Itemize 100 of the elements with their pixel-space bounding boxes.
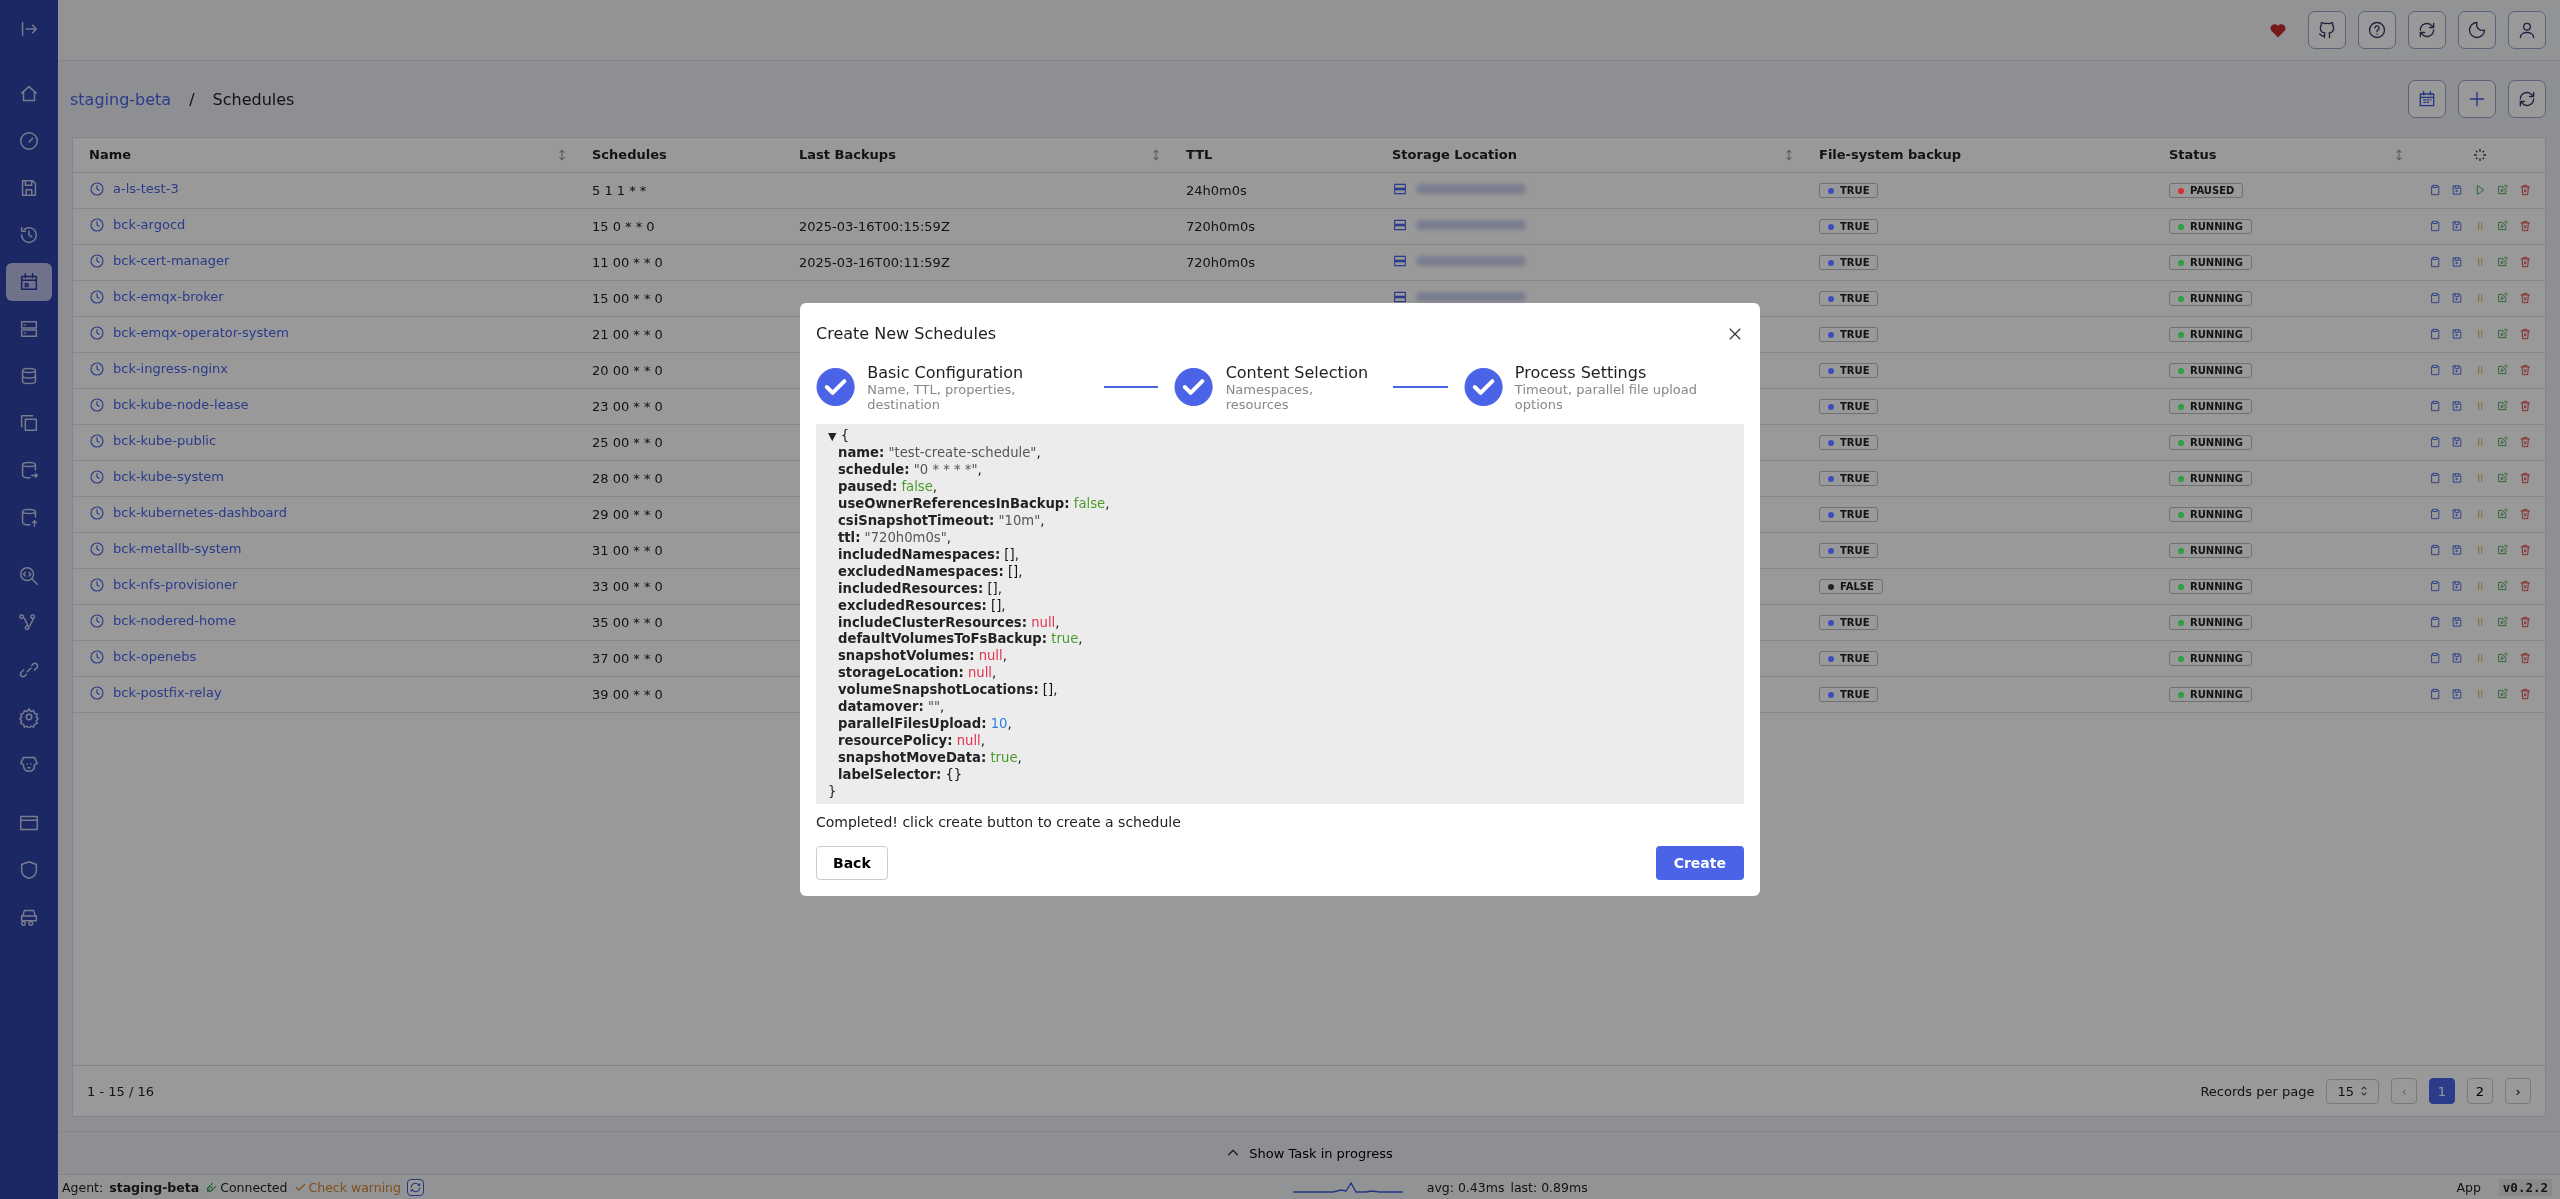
clock-icon bbox=[89, 216, 105, 233]
table-cell: 11 00 * * 0 bbox=[592, 254, 663, 270]
sync-button[interactable] bbox=[407, 1178, 424, 1196]
user-icon bbox=[2517, 20, 2537, 40]
column-header[interactable]: Status bbox=[2169, 147, 2217, 163]
sparkle-icon bbox=[2472, 146, 2488, 163]
moon-button[interactable] bbox=[2458, 11, 2496, 49]
json-line: ttl: "720h0m0s", bbox=[838, 529, 951, 545]
clock-icon bbox=[89, 324, 105, 341]
table-cell: 25 00 * * 0 bbox=[592, 434, 663, 450]
json-line: volumeSnapshotLocations: [], bbox=[838, 682, 1058, 698]
table-cell: 23 00 * * 0 bbox=[592, 398, 663, 414]
github-icon bbox=[2317, 20, 2337, 40]
add-button[interactable] bbox=[2458, 80, 2496, 118]
column-header[interactable]: Storage Location bbox=[1392, 147, 1517, 163]
schedule-name-link[interactable]: bck-nfs-provisioner bbox=[113, 577, 238, 592]
schedule-name-link[interactable]: bck-argocd bbox=[113, 217, 186, 232]
column-header[interactable]: File-system backup bbox=[1819, 147, 1962, 163]
fs-backup-badge: TRUE bbox=[1819, 363, 1879, 379]
collapse-toggle[interactable]: ▼ bbox=[828, 429, 837, 443]
fs-backup-badge: TRUE bbox=[1819, 183, 1879, 199]
table-cell: 20 00 * * 0 bbox=[592, 362, 663, 378]
clock-icon bbox=[89, 684, 105, 701]
fs-backup-badge: TRUE bbox=[1819, 687, 1879, 703]
record-range: 1 - 15 / 16 bbox=[87, 1083, 154, 1099]
schedule-name-link[interactable]: bck-kubernetes-dashboard bbox=[113, 505, 287, 520]
fs-backup-badge: TRUE bbox=[1819, 219, 1879, 235]
next-page-button[interactable]: › bbox=[2505, 1078, 2531, 1104]
json-line: snapshotMoveData: true, bbox=[838, 749, 1022, 765]
previous-page-button[interactable]: ‹ bbox=[2391, 1078, 2417, 1104]
schedule-name-link[interactable]: bck-openebs bbox=[113, 649, 197, 664]
sort-icon[interactable] bbox=[2395, 148, 2403, 162]
schedule-name-link[interactable]: bck-cert-manager bbox=[113, 253, 230, 268]
clock-icon bbox=[89, 288, 105, 305]
sort-icon[interactable] bbox=[1152, 148, 1160, 162]
json-line: includedResources: [], bbox=[838, 580, 1002, 596]
json-line: resourcePolicy: null, bbox=[838, 732, 985, 748]
json-line: datamover: "", bbox=[838, 699, 945, 715]
schedule-name-link[interactable]: bck-nodered-home bbox=[113, 613, 236, 628]
back-button[interactable]: Back bbox=[816, 846, 888, 881]
plus-icon bbox=[2467, 89, 2487, 109]
fs-backup-badge: TRUE bbox=[1819, 435, 1879, 451]
schedule-name-link[interactable]: bck-postfix-relay bbox=[113, 685, 222, 700]
sort-icon[interactable] bbox=[558, 148, 566, 162]
page-button[interactable]: 2 bbox=[2467, 1078, 2493, 1104]
status-badge: RUNNING bbox=[2169, 255, 2252, 271]
status-badge: RUNNING bbox=[2169, 471, 2252, 487]
schedule-name-link[interactable]: bck-metallb-system bbox=[113, 541, 242, 556]
refresh-button[interactable] bbox=[2408, 11, 2446, 49]
schedule-name-link[interactable]: bck-emqx-operator-system bbox=[113, 325, 289, 340]
step-subtitle: Namespaces, resources bbox=[1225, 381, 1315, 412]
sidebar-item[interactable] bbox=[6, 263, 52, 301]
refresh-icon bbox=[409, 1180, 422, 1194]
calendar-button[interactable] bbox=[2408, 80, 2446, 118]
clock-icon bbox=[89, 576, 105, 593]
status-badge: RUNNING bbox=[2169, 327, 2252, 343]
reload-button[interactable] bbox=[2508, 80, 2546, 118]
schedule-name-link[interactable]: bck-kube-node-lease bbox=[113, 397, 249, 412]
page-button[interactable]: 1 bbox=[2429, 1078, 2455, 1104]
schedule-name-link[interactable]: a-ls-test-3 bbox=[113, 181, 179, 196]
status-badge: RUNNING bbox=[2169, 363, 2252, 379]
schedule-name-link[interactable]: bck-kube-system bbox=[113, 469, 224, 484]
column-header[interactable]: Last Backups bbox=[799, 147, 896, 163]
column-header[interactable]: Schedules bbox=[592, 147, 667, 163]
column-header[interactable]: TTL bbox=[1186, 147, 1213, 163]
per-page-select[interactable]: 15 bbox=[2326, 1078, 2379, 1104]
schedule-name-link[interactable]: bck-kube-public bbox=[113, 433, 217, 448]
status-badge: RUNNING bbox=[2169, 219, 2252, 235]
fs-backup-badge: TRUE bbox=[1819, 543, 1879, 559]
json-line: includeClusterResources: null, bbox=[838, 614, 1060, 630]
step-subtitle: Timeout, parallel file upload options bbox=[1514, 381, 1698, 412]
github-button[interactable] bbox=[2308, 11, 2346, 49]
table-cell: 720h0m0s bbox=[1186, 218, 1256, 234]
clock-icon bbox=[89, 504, 105, 521]
help-button[interactable] bbox=[2358, 11, 2396, 49]
agent-label: Agent: bbox=[62, 1179, 104, 1195]
breadcrumb-separator: / bbox=[189, 89, 195, 109]
fs-backup-badge: FALSE bbox=[1819, 579, 1883, 595]
json-line: useOwnerReferencesInBackup: false, bbox=[838, 496, 1110, 512]
clock-icon bbox=[89, 648, 105, 665]
copy-icon bbox=[18, 412, 40, 434]
step-title: Basic Configuration bbox=[867, 362, 1025, 382]
history-icon bbox=[18, 224, 40, 246]
json-line: labelSelector: {} bbox=[838, 766, 963, 782]
status-badge: RUNNING bbox=[2169, 435, 2252, 451]
status-badge: RUNNING bbox=[2169, 579, 2252, 595]
agent-name: staging-beta bbox=[109, 1179, 200, 1195]
step-title: Process Settings bbox=[1514, 362, 1648, 382]
json-line: parallelFilesUpload: 10, bbox=[838, 715, 1012, 731]
create-button[interactable]: Create bbox=[1655, 846, 1744, 881]
schedule-name-link[interactable]: bck-ingress-nginx bbox=[113, 361, 229, 376]
breadcrumb-link[interactable]: staging-beta bbox=[70, 89, 172, 109]
clock-icon bbox=[89, 252, 105, 269]
sort-icon[interactable] bbox=[1785, 148, 1793, 162]
plug-icon bbox=[205, 1180, 219, 1194]
calendar-icon bbox=[2417, 89, 2437, 109]
user-button[interactable] bbox=[2508, 11, 2546, 49]
show-tasks-toggle[interactable]: Show Task in progress bbox=[1219, 1144, 1399, 1162]
column-header[interactable]: Name bbox=[89, 147, 131, 163]
schedule-name-link[interactable]: bck-emqx-broker bbox=[113, 289, 224, 304]
